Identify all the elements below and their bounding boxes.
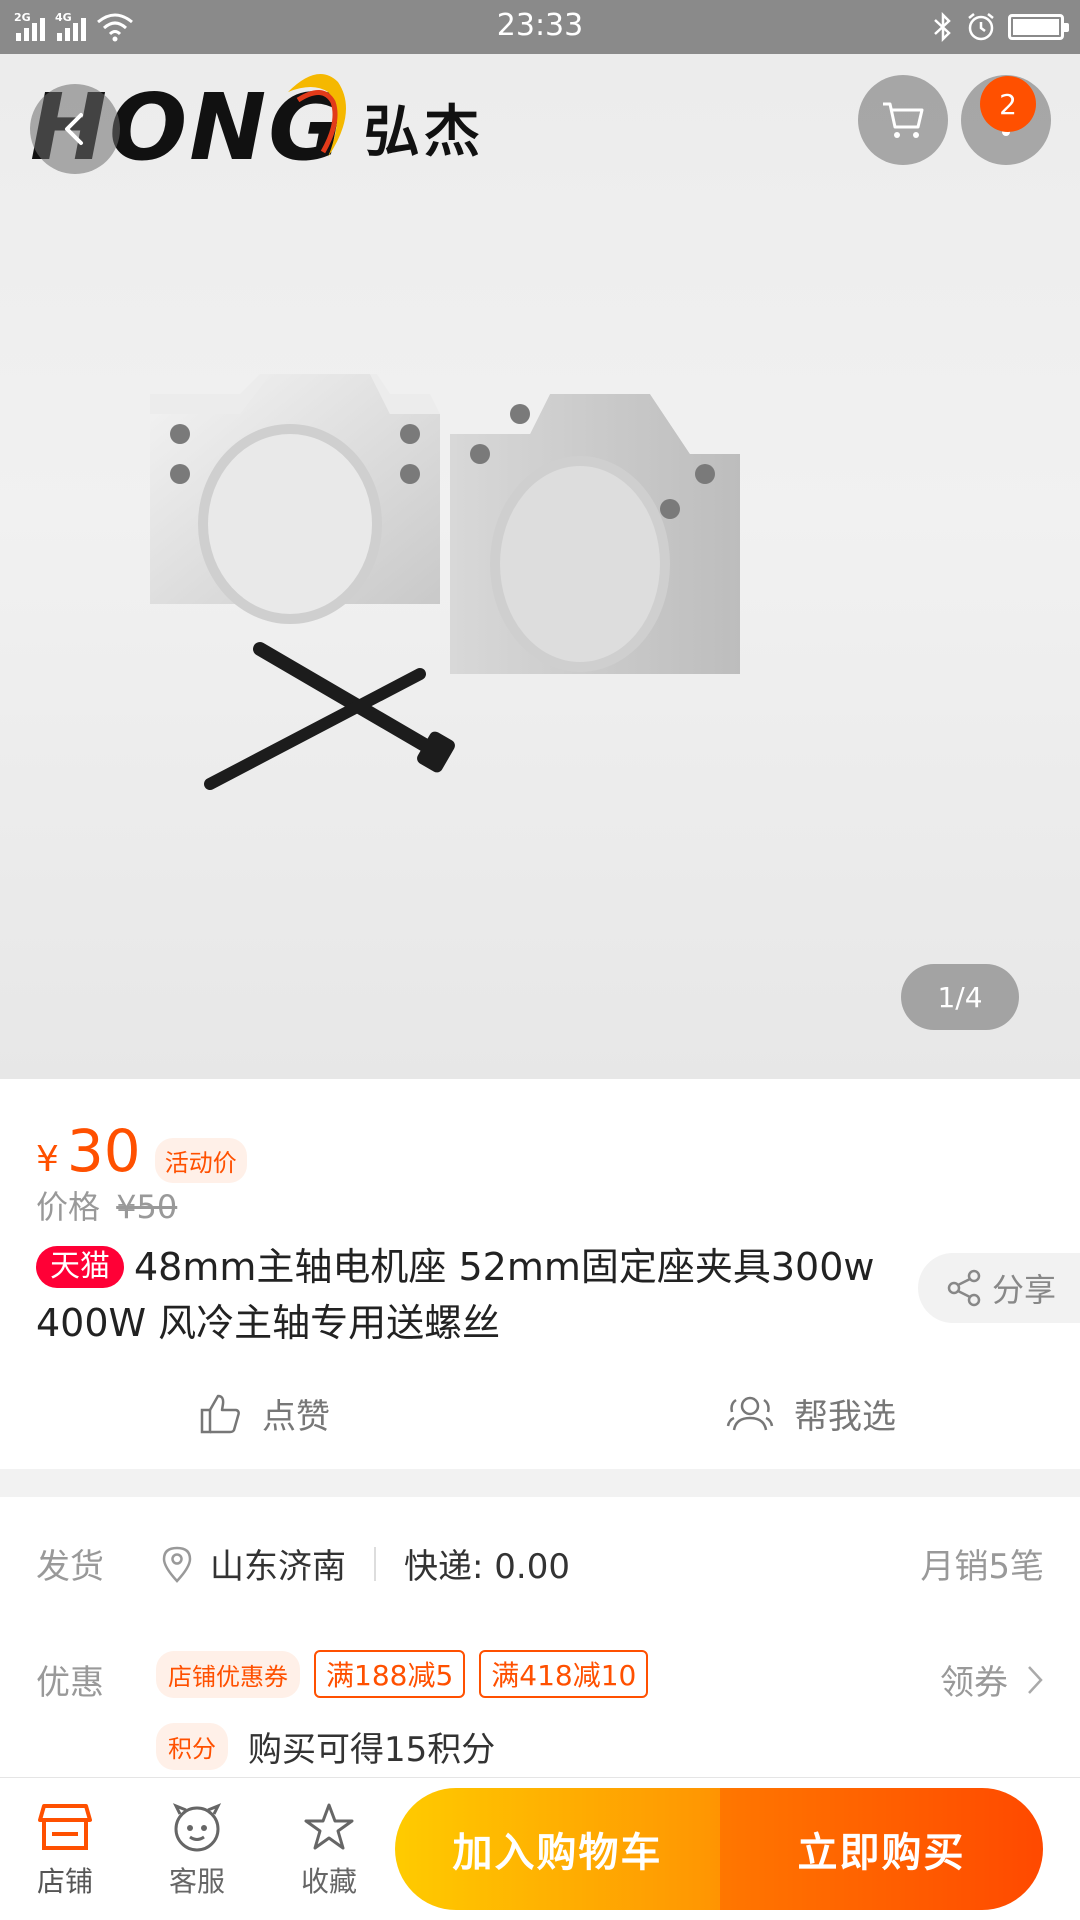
promo-price-tag: 活动价 — [154, 1138, 247, 1183]
favorite-label: 收藏 — [300, 1865, 357, 1898]
price-value: 30 — [66, 1117, 141, 1185]
points-tag: 积分 — [156, 1723, 228, 1770]
shipping-label: 发货 — [36, 1547, 104, 1587]
bluetooth-icon — [934, 12, 951, 42]
coupon-ticket[interactable]: 满418减10 — [479, 1650, 649, 1698]
chevron-left-icon — [65, 113, 83, 145]
price-row: ¥ 30 活动价 — [36, 1117, 247, 1185]
back-button[interactable] — [30, 84, 120, 174]
ship-location: 山东济南 — [210, 1547, 346, 1587]
product-info: ¥ 30 活动价 价格 ¥50 天猫 48mm主轴电机座 52mm固定座夹具300… — [0, 1079, 1080, 1469]
shipping-section: 发货 山东济南 快递: 0.00 月销5笔 优惠 店铺优惠券 满188减5 满4… — [0, 1497, 1080, 1777]
tmall-badge: 天猫 — [36, 1246, 124, 1288]
help-choose-button[interactable]: 帮我选 — [726, 1389, 896, 1438]
product-photo — [150, 374, 740, 790]
section-divider — [0, 1469, 1080, 1497]
coupon-ticket[interactable]: 满188减5 — [314, 1650, 466, 1698]
logo-chinese: 弘杰 — [363, 100, 484, 165]
chevron-right-icon — [1028, 1665, 1043, 1694]
points-row: 积分 购买可得15积分 — [156, 1722, 495, 1771]
like-label: 点赞 — [262, 1397, 330, 1437]
shop-icon — [38, 1804, 92, 1850]
shipping-row: 山东济南 快递: 0.00 — [160, 1539, 570, 1588]
get-coupon-button[interactable]: 领券 — [940, 1655, 1044, 1704]
divider — [374, 1546, 376, 1581]
alarm-icon — [968, 13, 994, 41]
share-label: 分享 — [992, 1271, 1057, 1309]
location-pin-icon — [162, 1546, 192, 1583]
get-coupon-label: 领券 — [940, 1663, 1008, 1703]
original-price-value: ¥50 — [116, 1188, 178, 1226]
customer-service-label: 客服 — [168, 1865, 225, 1898]
shop-tab[interactable]: 店铺 — [10, 1802, 120, 1900]
notification-badge: 2 — [980, 76, 1036, 132]
thumbs-up-icon — [200, 1394, 240, 1433]
like-button[interactable]: 点赞 — [198, 1389, 330, 1438]
product-title-text: 48mm主轴电机座 52mm固定座夹具300w 400W 风冷主轴专用送螺丝 — [36, 1245, 875, 1345]
people-icon — [726, 1396, 774, 1430]
add-to-cart-button[interactable]: 加入购物车 — [395, 1788, 720, 1910]
shop-label: 店铺 — [36, 1865, 93, 1898]
product-detail-page: 2G 4G 23:33 HONG 弘杰 2 1/4 ¥ 30 活动价 价格 ¥5… — [0, 0, 1080, 1920]
monthly-sales: 月销5笔 — [920, 1547, 1044, 1587]
original-price-label: 价格 — [36, 1188, 101, 1226]
promotion-label: 优惠 — [36, 1663, 104, 1703]
favorite-tab[interactable]: 收藏 — [274, 1802, 384, 1900]
star-icon — [304, 1803, 354, 1850]
status-right — [932, 10, 1069, 44]
product-image-gallery[interactable]: HONG 弘杰 2 1/4 — [0, 54, 1080, 1079]
express-fee: 快递: 0.00 — [404, 1547, 570, 1587]
cart-button[interactable] — [858, 75, 948, 165]
bottom-action-bar: 店铺 客服 收藏 加入购物车 立即购买 — [0, 1777, 1080, 1920]
product-title: 天猫 48mm主轴电机座 52mm固定座夹具300w 400W 风冷主轴专用送螺丝 — [36, 1239, 896, 1351]
gallery-pager: 1/4 — [901, 964, 1019, 1030]
share-button[interactable]: 分享 — [918, 1253, 1080, 1323]
help-choose-label: 帮我选 — [794, 1397, 896, 1437]
cart-icon — [883, 102, 924, 138]
store-coupon-tag: 店铺优惠券 — [156, 1650, 300, 1698]
currency-symbol: ¥ — [36, 1139, 59, 1180]
coupon-row[interactable]: 店铺优惠券 满188减5 满418减10 — [156, 1650, 649, 1698]
battery-icon — [1008, 14, 1069, 40]
logo-swoosh-icon — [288, 74, 346, 157]
status-bar: 2G 4G 23:33 — [0, 0, 1080, 54]
customer-service-tab[interactable]: 客服 — [142, 1802, 252, 1900]
customer-service-icon — [172, 1803, 222, 1852]
points-text: 购买可得15积分 — [248, 1730, 496, 1770]
share-icon — [947, 1269, 981, 1307]
original-price: 价格 ¥50 — [36, 1182, 177, 1228]
buy-now-button[interactable]: 立即购买 — [720, 1788, 1043, 1910]
status-time: 23:33 — [496, 8, 584, 43]
